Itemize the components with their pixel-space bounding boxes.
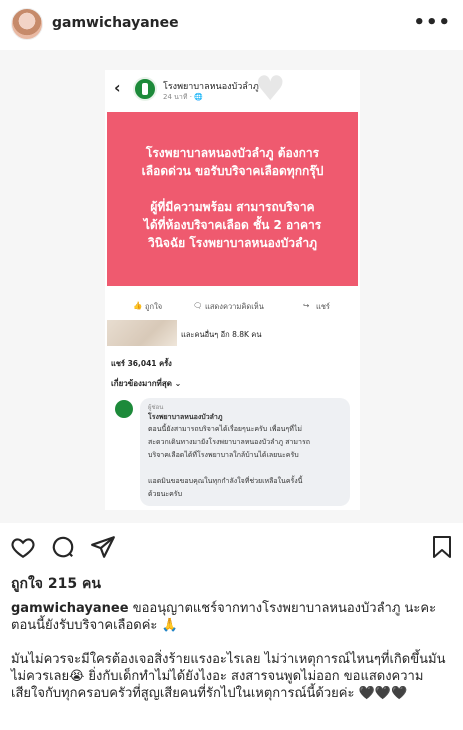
reaction-count: และคนอื่นๆ อีก 8.8K คน xyxy=(181,330,262,339)
bookmark-icon[interactable] xyxy=(430,534,454,564)
back-arrow-icon: ‹ xyxy=(114,78,121,97)
blood-donation-banner: โรงพยาบาลหนองบัวลำภู ต้องการ เลือดด่วน ข… xyxy=(107,112,358,286)
fb-share-icon: ↪ xyxy=(303,301,310,310)
share-icon[interactable] xyxy=(90,534,116,564)
commenter-logo xyxy=(115,400,133,418)
action-bar xyxy=(0,530,463,564)
reaction-row: และคนอื่นๆ อีก 8.8K คน xyxy=(105,320,360,350)
caption-username[interactable]: gamwichayanee xyxy=(11,601,129,616)
fb-actions: 👍 ถูกใจ 🗨 แสดงความคิดเห็น ↪ แชร์ xyxy=(105,298,360,316)
comment-icon[interactable] xyxy=(50,534,76,564)
more-icon[interactable]: ••• xyxy=(413,12,451,33)
comment-bubble: ผู้ช่อน โรงพยาบาลหนองบัวลำภู ตอนนี้ยังสา… xyxy=(140,398,350,506)
avatar[interactable] xyxy=(11,8,43,40)
fb-comment-label: แสดงความคิดเห็น xyxy=(205,302,264,311)
facebook-screenshot: ‹ โรงพยาบาลหนองบัวลำภู 24 นาที · 🌐 ♥ โรง… xyxy=(105,70,360,510)
comment-sort: เกี่ยวข้องมากที่สุด ⌄ xyxy=(111,379,182,388)
comment-line: บริจาคเลือดได้ที่โรงพยาบาลใกล้บ้านได้เลย… xyxy=(148,451,299,459)
comment-line: ด้วยนะครับ xyxy=(148,490,183,498)
banner-line: วินิจฉัย โรงพยาบาลหนองบัวลำภู xyxy=(147,236,318,250)
hospital-logo xyxy=(133,77,157,101)
fb-like-label: ถูกใจ xyxy=(145,302,163,311)
heart-icon[interactable] xyxy=(10,534,36,564)
fb-share-label: แชร์ xyxy=(316,302,330,311)
comment-line: สะดวกเดินทางมายังโรงพยาบาลหนองบัวลำภู สา… xyxy=(148,438,310,446)
username[interactable]: gamwichayanee xyxy=(52,15,179,31)
comment-line: ตอนนี้ยังสามารถบริจาคได้เรื่อยๆนะครับ เพ… xyxy=(148,425,302,433)
caption-paragraph: gamwichayanee ขออนุญาตแชร์จากทางโรงพยาบา… xyxy=(11,600,456,634)
fb-post-time: 24 นาที · 🌐 xyxy=(163,93,203,101)
white-heart-icon: ♥ xyxy=(255,69,286,109)
share-count: แชร์ 36,041 ครั้ง xyxy=(111,359,172,368)
caption-paragraph: มันไม่ควรจะมีใครต้องเจอสิ่งร้ายแรงอะไรเล… xyxy=(11,652,446,701)
banner-line: โรงพยาบาลหนองบัวลำภู ต้องการ xyxy=(145,146,320,160)
fb-header: ‹ โรงพยาบาลหนองบัวลำภู 24 นาที · 🌐 ♥ xyxy=(105,70,360,112)
blurred-area xyxy=(107,320,177,346)
banner-line: ผู้ที่มีความพร้อม สามารถบริจาค xyxy=(150,200,315,214)
comment-line: แอดมินขอขอบคุณในทุกกำลังใจที่ช่วยเหลือใน… xyxy=(148,477,303,485)
banner-line: ได้ที่ห้องบริจาคเลือด ชั้น 2 อาคาร xyxy=(143,218,322,232)
post-caption: gamwichayanee ขออนุญาตแชร์จากทางโรงพยาบา… xyxy=(11,600,456,719)
fb-comment-icon: 🗨 xyxy=(193,301,203,310)
post-media[interactable]: ‹ โรงพยาบาลหนองบัวลำภู 24 นาที · 🌐 ♥ โรง… xyxy=(0,50,463,523)
like-count[interactable]: ถูกใจ 215 คน xyxy=(11,573,101,595)
fb-page-name: โรงพยาบาลหนองบัวลำภู xyxy=(163,82,259,92)
banner-line: เลือดด่วน ขอรับบริจาคเลือดทุกกรุ๊ป xyxy=(141,164,324,178)
post-header: gamwichayanee ••• xyxy=(0,0,463,50)
comment-author: โรงพยาบาลหนองบัวลำภู xyxy=(148,413,223,421)
fb-like-icon: 👍 xyxy=(133,301,143,310)
